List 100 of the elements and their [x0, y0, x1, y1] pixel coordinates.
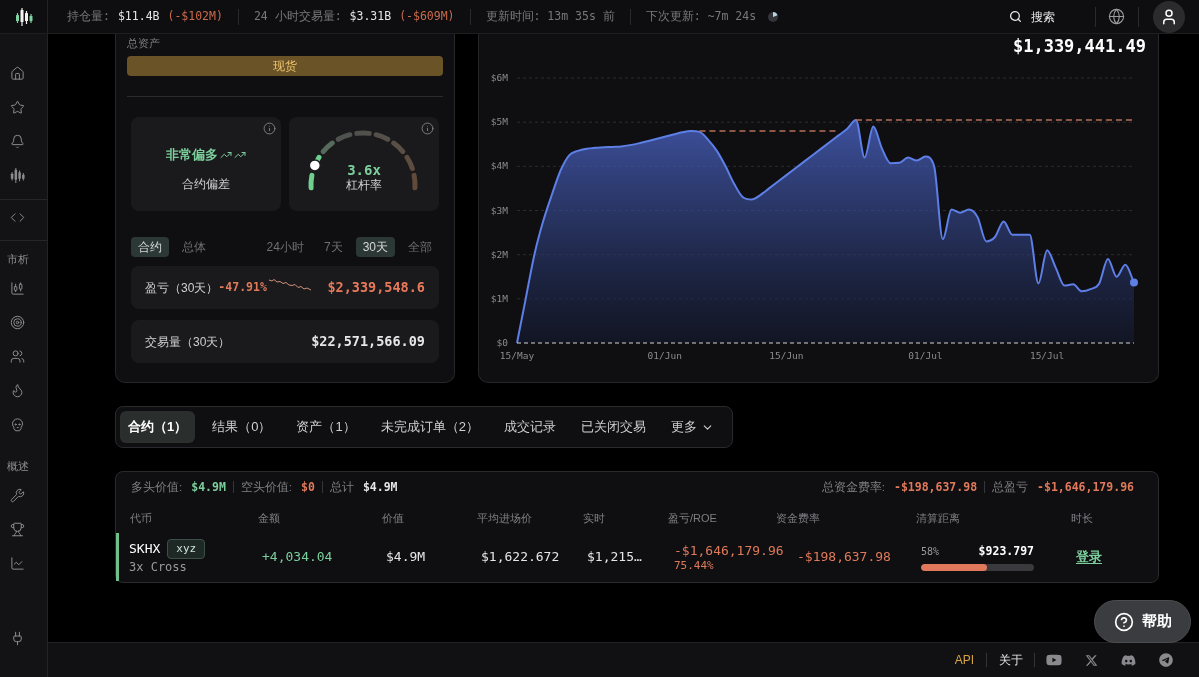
pnl-percent: -47.91%	[218, 278, 267, 296]
telegram-icon[interactable]	[1159, 653, 1173, 667]
mark-price: $1,215…	[587, 548, 642, 567]
funding-value: -$198,637.98	[797, 548, 891, 567]
column-header: 资金费率	[776, 511, 820, 525]
x-icon[interactable]	[1085, 653, 1098, 667]
column-header: 盈亏/ROE	[668, 511, 717, 525]
position-tab[interactable]: 未完成订单（2）	[372, 411, 487, 443]
login-link[interactable]: 登录	[1076, 547, 1102, 567]
discord-icon[interactable]	[1121, 652, 1136, 668]
column-header: 清算距离	[916, 511, 960, 525]
users-icon[interactable]	[10, 348, 25, 364]
summary-value: $4.9M	[362, 480, 398, 494]
column-header: 平均进场价	[477, 511, 532, 525]
margin-mode: 3x Cross	[129, 559, 187, 575]
globe-icon[interactable]	[1108, 8, 1125, 25]
x-axis-label: 01/Jul	[908, 350, 943, 361]
y-axis-label: $2M	[490, 248, 508, 260]
y-axis-label: $5M	[490, 116, 508, 128]
position-tab[interactable]: 成交记录	[495, 411, 564, 443]
pie-icon	[768, 11, 779, 22]
next-update: 下次更新: ~7m 24s	[645, 7, 757, 25]
y-axis-label: $0	[496, 337, 508, 348]
pnl-sparkline	[268, 278, 311, 291]
avatar-button[interactable]	[1153, 0, 1185, 33]
house-icon[interactable]	[10, 65, 25, 81]
trend-up-icon	[234, 149, 246, 161]
summary-value: -$198,637.98	[893, 480, 978, 494]
info-icon[interactable]	[263, 122, 276, 135]
plug-icon[interactable]	[10, 630, 25, 646]
pnl-label: 盈亏（30天）	[145, 279, 219, 297]
y-axis-label: $4M	[490, 160, 508, 172]
period-tab[interactable]: 24小时	[259, 237, 311, 257]
volume-label: 交易量（30天）	[145, 333, 231, 351]
star-icon[interactable]	[10, 99, 25, 115]
x-axis-label: 15/Jul	[1029, 350, 1065, 361]
period-tab[interactable]: 全部	[401, 237, 439, 257]
spot-button[interactable]: 现货	[127, 56, 443, 76]
stat-change: (-$609M)	[399, 7, 455, 25]
target-icon[interactable]	[10, 314, 25, 330]
column-header: 代币	[130, 511, 152, 525]
position-size: +4,034.04	[262, 548, 333, 567]
y-axis-label: $3M	[490, 204, 508, 216]
scope-tab[interactable]: 总体	[175, 237, 213, 257]
footer-link[interactable]: API	[954, 651, 974, 669]
liquidation-percent: 58%	[921, 545, 940, 559]
line-chart-icon[interactable]	[10, 555, 25, 571]
summary-label: 空头价值:	[240, 480, 293, 494]
help-button[interactable]: 帮助	[1094, 600, 1191, 643]
trend-up-icon	[220, 149, 232, 161]
stat-label: 持仓量:	[67, 7, 110, 25]
dex-tag: xyz	[167, 539, 206, 559]
youtube-icon[interactable]	[1046, 652, 1062, 668]
user-icon	[1160, 7, 1178, 26]
trophy-icon[interactable]	[10, 521, 25, 537]
bias-value: 非常偏多	[166, 147, 218, 163]
candlestick-chart-icon[interactable]	[10, 280, 25, 296]
roe-value: 75.44%	[674, 558, 714, 573]
liquidation-price: $923.797	[978, 542, 1034, 560]
skull-icon[interactable]	[10, 416, 25, 432]
period-tab[interactable]: 7天	[316, 237, 350, 257]
stat-value: $3.31B	[349, 7, 392, 25]
candles-icon[interactable]	[10, 166, 25, 184]
bell-icon[interactable]	[10, 133, 25, 149]
position-tab[interactable]: 结果（0）	[204, 411, 280, 443]
more-dropdown[interactable]: 更多	[662, 411, 722, 443]
wrench-icon[interactable]	[10, 487, 25, 503]
scope-tab[interactable]: 合约	[131, 237, 169, 257]
column-header: 金额	[258, 511, 280, 525]
x-axis-label: 15/May	[499, 350, 535, 361]
position-tab[interactable]: 合约（1）	[120, 411, 196, 443]
info-icon[interactable]	[421, 122, 434, 135]
total-value: $1,339,441.49	[1012, 36, 1146, 56]
stat-label: 24 小时交易量:	[253, 7, 342, 25]
summary-label: 总计	[329, 480, 354, 494]
leverage-label: 杠杆率	[346, 178, 382, 192]
y-axis-label: $6M	[490, 72, 508, 83]
summary-value: $0	[301, 480, 315, 494]
stat-value: $11.4B	[117, 7, 160, 25]
position-tab[interactable]: 资产（1）	[288, 411, 364, 443]
footer-link[interactable]: 关于	[999, 651, 1023, 669]
flame-icon[interactable]	[10, 382, 25, 398]
x-axis-label: 15/Jun	[769, 350, 804, 361]
volume-value: $22,571,566.09	[311, 332, 425, 352]
position-tab[interactable]: 已关闭交易	[572, 411, 654, 443]
stat-change: (-$102M)	[167, 7, 223, 25]
leverage-value: 3.6x	[347, 162, 381, 178]
y-axis-label: $1M	[490, 292, 508, 304]
position-value: $4.9M	[386, 548, 426, 567]
entry-price: $1,622.672	[481, 548, 560, 567]
search-button[interactable]: 搜索	[1001, 3, 1063, 30]
logo-icon[interactable]	[14, 6, 33, 27]
update-time: 更新时间: 13m 35s 前	[485, 7, 615, 25]
panel-label: 总资产	[127, 36, 160, 50]
coin-symbol: SKHX	[129, 540, 161, 559]
column-header: 价值	[382, 511, 404, 525]
x-axis-label: 01/Jun	[647, 350, 682, 361]
pnl-value: -$1,646,179.96	[674, 541, 784, 559]
period-tab[interactable]: 30天	[355, 237, 395, 257]
bias-label: 合约偏差	[182, 176, 230, 192]
